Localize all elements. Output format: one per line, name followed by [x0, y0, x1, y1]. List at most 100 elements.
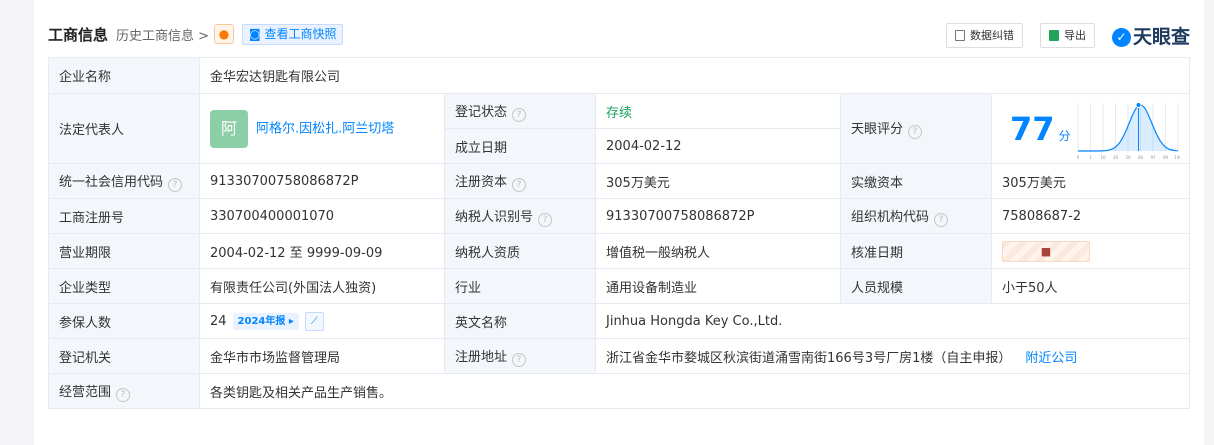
term-value: 2004-02-12 至 9999-09-09 — [199, 233, 445, 269]
reg-address-value: 浙江省金华市婺城区秋滨街道涌雪南街166号3号厂房1楼（自主申报） — [606, 350, 1012, 366]
snapshot-button[interactable]: ◙ 查看工商快照 — [242, 24, 344, 45]
approve-date-cell: ■ — [991, 233, 1190, 269]
paid-capital-value: 305万美元 — [991, 163, 1190, 199]
tick-label: 97 — [1150, 155, 1156, 160]
company-type-value: 有限责任公司(外国法人独资) — [199, 268, 445, 304]
help-icon[interactable]: ? — [512, 352, 527, 367]
scope-value: 各类钥匙及相关产品生产销售。 — [199, 373, 1190, 409]
correction-label: 数据纠错 — [970, 29, 1014, 42]
export-label: 导出 — [1064, 29, 1086, 42]
data-correction-button[interactable]: 数据纠错 — [946, 23, 1023, 48]
bell-icon[interactable]: ● — [214, 24, 234, 44]
legal-rep-label: 法定代表人 — [48, 93, 200, 164]
score-unit: 分 — [1058, 128, 1071, 143]
industry-label: 行业 — [444, 268, 596, 304]
est-date-label: 成立日期 — [444, 128, 596, 164]
tick-label: 99 — [1163, 155, 1169, 160]
reg-authority-label: 登记机关 — [48, 338, 200, 374]
score-cell[interactable]: 77分 0 1 10 30 50 80 97 99 100 — [991, 93, 1190, 164]
tick-label: 0 — [1077, 155, 1080, 160]
tax-id-label: 纳税人识别号 — [455, 209, 534, 225]
reg-no-value: 330700400001070 — [199, 198, 445, 234]
legal-rep-cell: 阿阿格尔.因松扎.阿兰切塔 — [199, 93, 445, 164]
table-row: 企业名称 金华宏达钥匙有限公司 — [48, 57, 1190, 94]
avatar: 阿 — [210, 109, 248, 148]
staff-size-value: 小于50人 — [991, 268, 1190, 304]
history-info-link[interactable]: 历史工商信息 > — [116, 25, 209, 44]
table-row: 营业期限 2004-02-12 至 9999-09-09 纳税人资质 增值税一般… — [48, 233, 1190, 269]
taxpayer-type-label: 纳税人资质 — [444, 233, 596, 269]
table-row: 登记机关 金华市市场监督管理局 注册地址? 浙江省金华市婺城区秋滨街道涌雪南街1… — [48, 338, 1190, 374]
table-row: 经营范围? 各类钥匙及相关产品生产销售。 — [48, 373, 1190, 409]
credit-code-value: 91330700758086872P — [199, 163, 445, 199]
scope-label-cell: 经营范围? — [48, 373, 200, 409]
approve-date-label: 核准日期 — [840, 233, 992, 269]
score-value: 77 — [1010, 109, 1055, 148]
section-title: 工商信息 — [48, 26, 109, 44]
reg-status-value: 存续 — [595, 93, 841, 129]
insured-value: 24 — [210, 313, 227, 329]
org-code-label: 组织机构代码 — [851, 209, 930, 225]
credit-code-label-cell: 统一社会信用代码? — [48, 163, 200, 199]
company-name-value: 金华宏达钥匙有限公司 — [199, 57, 1190, 94]
nearby-companies-link[interactable]: 附近公司 — [1025, 351, 1077, 366]
org-code-value: 75808687-2 — [991, 198, 1190, 234]
help-icon[interactable]: ? — [116, 387, 131, 402]
logo-text: 天眼查 — [1133, 26, 1191, 48]
help-icon[interactable]: ? — [512, 177, 527, 192]
reg-capital-label-cell: 注册资本? — [444, 163, 596, 199]
help-icon[interactable]: ? — [908, 125, 923, 139]
reg-address-label: 注册地址 — [455, 349, 508, 365]
tax-id-label-cell: 纳税人识别号? — [444, 198, 596, 234]
reg-capital-value: 305万美元 — [595, 163, 841, 199]
business-info-panel: 工商信息 历史工商信息 > ● ◙ 查看工商快照 数据纠错 导出 ✓ 天眼查 企业… — [34, 0, 1204, 445]
credit-code-label: 统一社会信用代码 — [59, 174, 164, 190]
table-row: 企业类型 有限责任公司(外国法人独资) 行业 通用设备制造业 人员规模 小于50… — [48, 268, 1190, 304]
help-icon[interactable]: ? — [538, 212, 553, 227]
insured-label: 参保人数 — [48, 303, 200, 339]
tick-label: 100 — [1174, 155, 1180, 160]
paid-capital-label: 实缴资本 — [840, 163, 992, 199]
est-date-value: 2004-02-12 — [595, 128, 841, 164]
reg-authority-value: 金华市市场监督管理局 — [199, 338, 445, 374]
staff-size-label: 人员规模 — [840, 268, 992, 304]
document-icon — [955, 30, 965, 41]
scope-label: 经营范围 — [59, 384, 112, 400]
english-name-label: 英文名称 — [444, 303, 596, 339]
help-icon[interactable]: ? — [512, 107, 527, 122]
english-name-value: Jinhua Hongda Key Co.,Ltd. — [595, 303, 1190, 339]
table-row: 工商注册号 330700400001070 纳税人识别号? 9133070075… — [48, 198, 1190, 234]
section-header: 工商信息 历史工商信息 > ● ◙ 查看工商快照 数据纠错 导出 ✓ 天眼查 — [34, 14, 1204, 54]
tianyancha-logo[interactable]: ✓ 天眼查 — [1112, 22, 1190, 49]
taxpayer-type-value: 增值税一般纳税人 — [595, 233, 841, 269]
tick-label: 80 — [1138, 155, 1144, 160]
company-name-label: 企业名称 — [48, 57, 200, 94]
snapshot-label: 查看工商快照 — [264, 27, 337, 41]
legal-rep-link[interactable]: 阿格尔.因松扎.阿兰切塔 — [256, 121, 394, 136]
help-icon[interactable]: ? — [168, 177, 183, 192]
tick-label: 1 — [1089, 155, 1092, 160]
tick-label: 50 — [1125, 155, 1131, 160]
help-icon[interactable]: ? — [934, 212, 949, 227]
export-button[interactable]: 导出 — [1040, 23, 1095, 48]
reg-status-label-cell: 登记状态? — [444, 93, 596, 129]
excel-icon — [1049, 30, 1059, 41]
trend-chart-icon[interactable]: ⟋ — [304, 311, 324, 331]
annual-report-badge[interactable]: 2024年报 ▸ — [232, 312, 299, 330]
camera-icon: ◙ — [249, 27, 265, 41]
tick-label: 10 — [1100, 155, 1106, 160]
table-row: 统一社会信用代码? 91330700758086872P 注册资本? 305万美… — [48, 163, 1190, 199]
insured-cell: 24 2024年报 ▸ ⟋ — [199, 303, 445, 339]
industry-value: 通用设备制造业 — [595, 268, 841, 304]
org-code-label-cell: 组织机构代码? — [840, 198, 992, 234]
lock-icon[interactable]: ■ — [1002, 240, 1090, 262]
reg-no-label: 工商注册号 — [48, 198, 200, 234]
company-type-label: 企业类型 — [48, 268, 200, 304]
reg-address-cell: 浙江省金华市婺城区秋滨街道涌雪南街166号3号厂房1楼（自主申报） 附近公司 — [595, 338, 1190, 374]
score-label: 天眼评分 — [851, 122, 904, 137]
logo-icon: ✓ — [1112, 28, 1131, 47]
reg-capital-label: 注册资本 — [455, 174, 508, 190]
term-label: 营业期限 — [48, 233, 200, 269]
reg-status-label: 登记状态 — [455, 104, 508, 120]
tax-id-value: 91330700758086872P — [595, 198, 841, 234]
